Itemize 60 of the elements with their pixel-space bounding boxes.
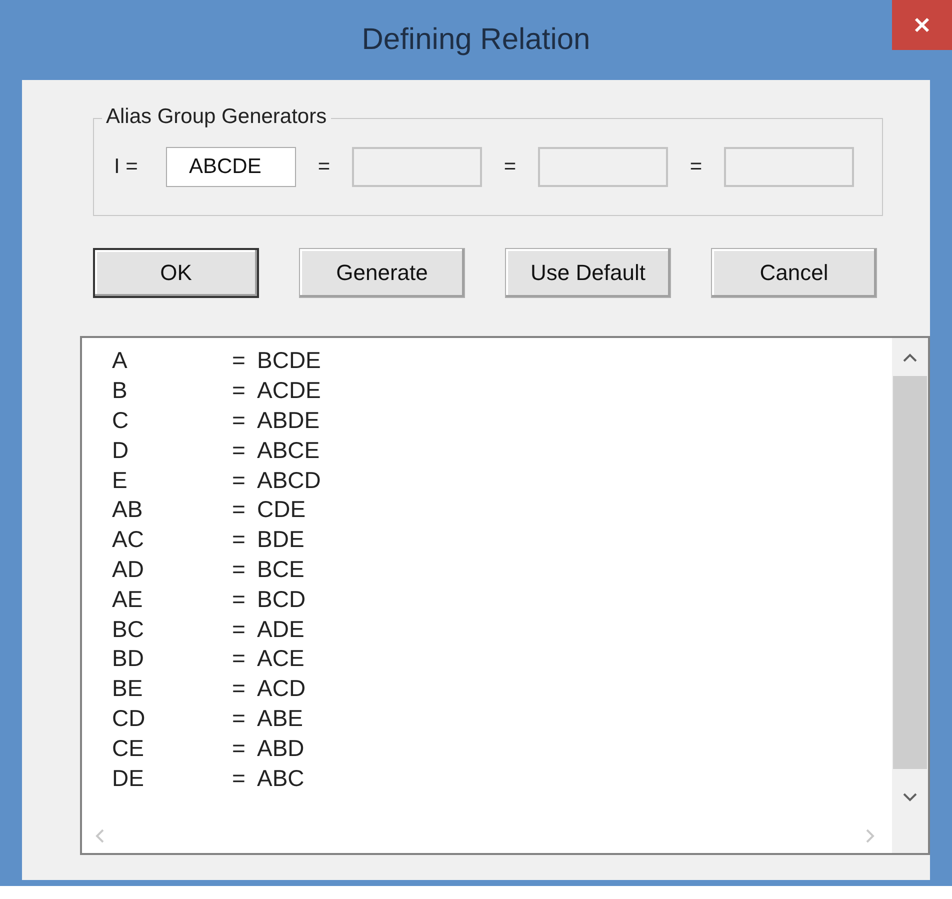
window-title: Defining Relation [362,23,590,57]
alias-text: BCDE [257,347,321,374]
vertical-scrollbar[interactable] [892,338,928,853]
dialog-button[interactable]: Generate [299,248,465,298]
alias-text: BCE [257,556,304,583]
equals-text: = [232,645,246,672]
close-icon [913,16,931,34]
equals-text: = [232,436,246,464]
alias-text: ABD [257,734,304,762]
equals-text: = [232,377,246,404]
alias-text: ABDE [257,406,320,434]
equals-text: = [232,496,246,524]
term-text: AE [112,586,144,613]
equals-text: = [232,616,246,643]
equals-text: = [232,586,246,613]
equals-label: = [316,155,332,179]
term-text: CE [112,734,145,762]
term-text: DE [112,764,145,792]
term-text: B [112,377,128,404]
alias-text: CDE [257,496,306,524]
equals-label: = [502,155,518,179]
alias-text: ADE [257,616,304,643]
alias-text: ACE [257,645,304,672]
term-text: BD [112,645,145,672]
equals-text: = [232,734,246,762]
term-text: AB [112,496,144,524]
equals-text: = [232,675,246,702]
equals-text: = [232,556,246,583]
term-text: BC [112,616,145,643]
term-text: AD [112,556,145,583]
input-field[interactable]: ABCDE [166,147,296,187]
alias-text: ACD [257,675,306,702]
term-text: E [112,466,128,494]
term-text: BE [112,675,144,702]
alias-text: ABC [257,764,304,792]
term-text: CD [112,704,146,732]
equals-text: = [232,466,246,494]
alias-text: BDE [257,526,304,554]
equals-text: = [232,406,246,434]
group-label: Alias Group Generators [102,105,331,129]
alias-text: ABCD [257,466,321,494]
term-text: D [112,436,130,464]
dialog-button[interactable]: Use Default [505,248,671,298]
scroll-thumb[interactable] [893,376,927,769]
equals-text: = [232,764,246,792]
term-text: A [112,347,128,374]
alias-text: ABE [257,704,304,732]
equals-label: I = [114,155,139,179]
equals-text: = [232,347,246,374]
alias-text: ABCE [257,436,320,464]
alias-text: BCD [257,586,306,613]
term-text: AC [112,526,145,554]
term-text: C [112,406,130,434]
close-button[interactable] [892,0,952,50]
equals-label: = [688,155,704,179]
alias-text: ACDE [257,377,321,404]
dialog-button[interactable]: Cancel [711,248,877,298]
equals-text: = [232,704,246,732]
dialog-button[interactable]: OK [93,248,259,298]
equals-text: = [232,526,246,554]
